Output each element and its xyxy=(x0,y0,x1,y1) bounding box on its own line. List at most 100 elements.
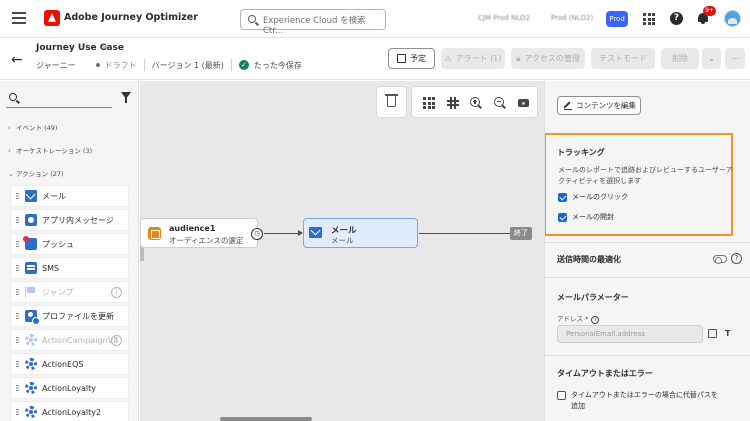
drag-handle-icon[interactable] xyxy=(16,385,19,391)
audience-node[interactable]: audience1 オーディエンスの選定 ◷ xyxy=(140,218,263,248)
custom-action-icon xyxy=(25,406,37,418)
avatar[interactable] xyxy=(724,10,741,27)
fit-view-icon[interactable] xyxy=(447,97,459,109)
menu-icon[interactable] xyxy=(12,12,26,24)
adobe-logo-icon[interactable] xyxy=(44,10,60,26)
app-title: Adobe Journey Optimizer xyxy=(64,12,198,23)
edit-name-icon[interactable]: ✎ xyxy=(101,43,109,53)
more-actions-icon[interactable]: ⋯ xyxy=(725,48,745,69)
filter-icon[interactable] xyxy=(121,92,131,103)
email-icon xyxy=(25,190,37,202)
drag-handle-icon[interactable] xyxy=(16,217,19,223)
edit-content-label: コンテンツを編集 xyxy=(576,101,636,110)
alert-icon: ⚠ xyxy=(444,54,452,63)
action-sms[interactable]: SMS xyxy=(10,257,129,279)
delete-button[interactable]: 削除 xyxy=(661,48,699,69)
lock-icon: 🔒︎ xyxy=(516,53,521,63)
drag-handle-icon[interactable] xyxy=(16,193,19,199)
help-icon[interactable]: ? xyxy=(731,253,742,264)
drag-handle-icon[interactable] xyxy=(16,361,19,367)
audience-node-subtitle: オーディエンスの選定 xyxy=(169,236,244,245)
tracking-description: メールのレポートで追跡およびレビューするユーザーアクティビティを選択します xyxy=(558,166,733,185)
action-email[interactable]: メール xyxy=(10,185,129,207)
access-label: アクセスの管理 xyxy=(524,54,580,63)
canvas-tools-delete xyxy=(376,86,407,118)
horizontal-scrollbar[interactable] xyxy=(220,417,312,421)
action-in-app[interactable]: アプリ内メッセージ xyxy=(10,209,129,231)
sandbox-switcher[interactable]: Prod (NLD2) xyxy=(551,14,593,22)
send-time-toggle[interactable] xyxy=(713,255,727,264)
more-options-chevron-icon[interactable]: ⌄ xyxy=(702,48,721,69)
email-icon xyxy=(309,227,322,238)
audience-icon xyxy=(148,227,161,240)
category-label: イベント (49) xyxy=(16,124,58,132)
timeout-title: タイムアウトまたはエラー xyxy=(557,369,653,378)
email-open-checkbox[interactable] xyxy=(558,213,567,222)
in-app-message-icon xyxy=(25,214,37,226)
custom-action-icon xyxy=(25,382,37,394)
schedule-button[interactable]: 予定 xyxy=(388,48,435,69)
action-update-profile[interactable]: プロファイルを更新 xyxy=(10,305,129,327)
drag-handle-icon[interactable] xyxy=(16,265,19,271)
calendar-icon xyxy=(397,54,406,63)
divider xyxy=(230,59,232,71)
zoom-in-icon[interactable] xyxy=(470,97,480,107)
info-icon[interactable]: i xyxy=(591,316,600,324)
zoom-out-icon[interactable] xyxy=(494,97,504,107)
chevron-down-icon: ⌄ xyxy=(8,170,14,178)
search-input[interactable]: Experience Cloud を検索 Ctr... xyxy=(240,9,386,36)
end-node[interactable]: 終了 xyxy=(510,227,532,240)
journey-canvas[interactable]: audience1 オーディエンスの選定 ◷ メール メール 終了 xyxy=(140,81,544,421)
expression-editor-icon[interactable] xyxy=(708,329,717,338)
journey-status: ドラフト xyxy=(104,60,137,70)
action-push[interactable]: プッシュ xyxy=(10,233,129,255)
text-format-icon[interactable]: T xyxy=(725,329,734,338)
drag-handle-icon[interactable] xyxy=(16,409,19,415)
action-loyalty[interactable]: ActionLoyalty xyxy=(10,377,129,399)
category-orchestration[interactable]: › オーケストレーション (3) xyxy=(8,145,92,155)
action-label: アプリ内メッセージ xyxy=(42,215,114,225)
action-label: メール xyxy=(42,191,66,201)
profile-update-icon xyxy=(25,310,40,325)
screenshot-icon[interactable] xyxy=(518,99,529,107)
email-click-checkbox[interactable] xyxy=(558,193,567,202)
properties-panel: コンテンツを編集 トラッキング メールのレポートで追跡およびレビューするユーザー… xyxy=(544,81,750,421)
test-mode-button[interactable]: テストモード xyxy=(591,48,655,69)
action-eqs[interactable]: ActionEQS xyxy=(10,353,129,375)
alerts-button[interactable]: ⚠ アラート (1) xyxy=(441,48,505,69)
action-label: ActionEQS xyxy=(42,359,84,369)
email-params-title: メールパラメーター xyxy=(557,293,629,302)
email-click-label[interactable]: メールのクリック xyxy=(572,192,628,202)
manage-access-button[interactable]: 🔒︎ アクセスの管理 xyxy=(511,48,585,69)
connector-line xyxy=(264,233,298,234)
address-field[interactable]: PersonalEmail.address xyxy=(557,325,703,343)
edit-content-button[interactable]: コンテンツを編集 xyxy=(557,96,641,115)
search-icon xyxy=(248,15,256,23)
timer-port-icon[interactable]: ◷ xyxy=(251,228,263,240)
org-switcher[interactable]: CJM Prod NLD2 xyxy=(478,14,530,22)
info-icon[interactable]: i xyxy=(111,287,122,298)
help-icon[interactable]: ? xyxy=(670,12,683,25)
search-icon xyxy=(9,93,17,101)
action-loyalty2[interactable]: ActionLoyalty2 xyxy=(10,401,129,421)
info-icon[interactable]: i xyxy=(111,335,122,346)
connector-line xyxy=(419,233,510,234)
category-events[interactable]: › イベント (49) xyxy=(8,122,57,132)
trash-icon[interactable] xyxy=(385,94,398,107)
back-arrow-icon[interactable]: ← xyxy=(11,52,23,68)
journey-meta: ジャーニー ドラフト バージョン 1 (最新) ✓ たった今保存 xyxy=(36,59,302,71)
sandbox-badge[interactable]: Prod xyxy=(606,11,628,27)
palette-search-input[interactable] xyxy=(6,88,112,108)
app-switcher-icon[interactable] xyxy=(643,13,655,25)
journey-header: ← Journey Use Case ✎ ジャーニー ドラフト バージョン 1 … xyxy=(0,38,750,80)
journey-version[interactable]: バージョン 1 (最新) xyxy=(152,60,224,71)
drag-handle-icon[interactable] xyxy=(16,241,19,247)
drag-handle-icon[interactable] xyxy=(16,313,19,319)
timeout-checkbox-label[interactable]: タイムアウトまたはエラーの場合に代替パスを追加 xyxy=(571,390,721,412)
timeout-checkbox[interactable] xyxy=(557,391,566,400)
email-open-label[interactable]: メールの開封 xyxy=(572,212,614,222)
email-node[interactable]: メール メール xyxy=(303,218,418,248)
category-actions[interactable]: ⌄ アクション (27) xyxy=(8,168,64,178)
action-label: SMS xyxy=(42,263,60,273)
grid-icon[interactable] xyxy=(423,97,435,109)
